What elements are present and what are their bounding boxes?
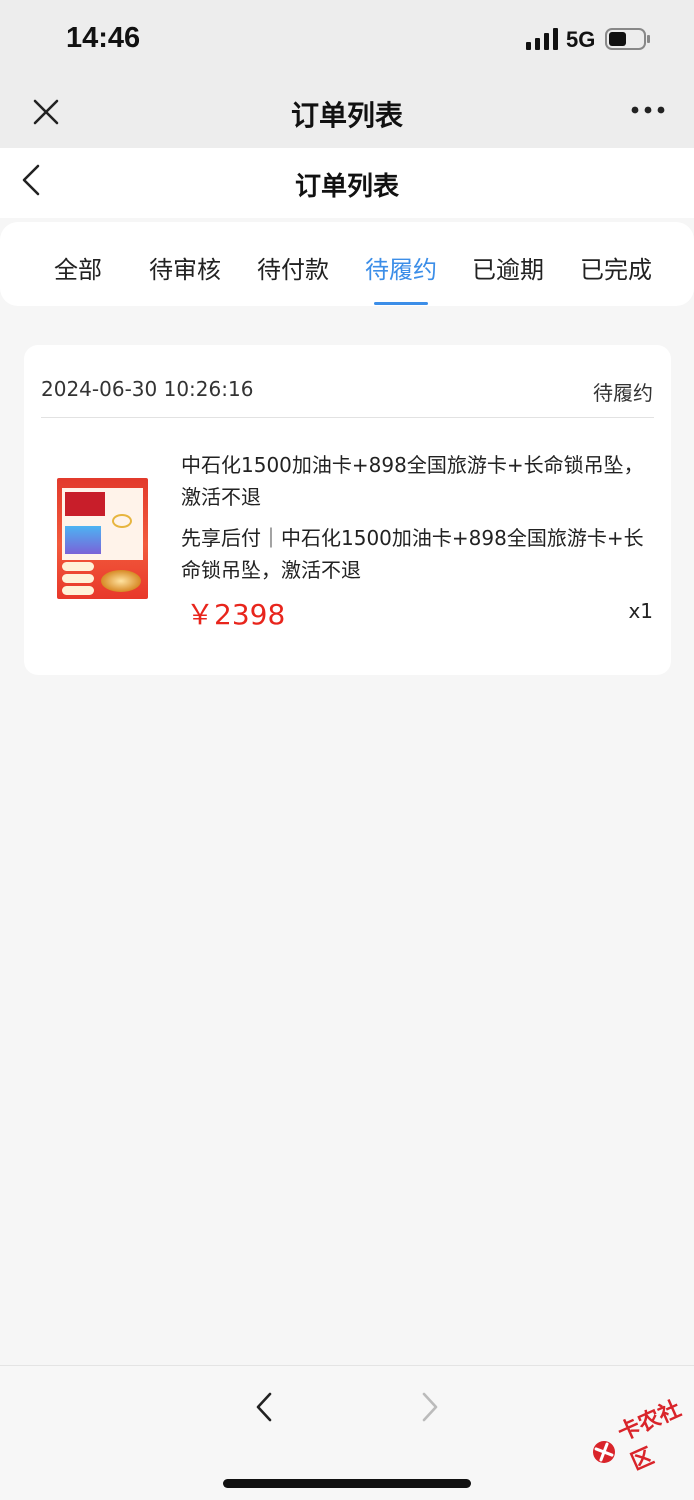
thumbnail-tag bbox=[62, 562, 94, 571]
status-time: 14:46 bbox=[66, 22, 141, 54]
battery-icon bbox=[605, 28, 650, 50]
page-title: 订单列表 bbox=[294, 172, 399, 202]
order-status-tabs: 全部 待审核 待付款 待履约 已逾期 已完成 bbox=[0, 222, 694, 306]
pendant-image bbox=[112, 514, 132, 528]
status-bar: 14:46 5G bbox=[0, 0, 694, 78]
order-status: 待履约 bbox=[593, 381, 653, 405]
order-datetime: 2024-06-30 10:26:16 bbox=[41, 377, 254, 401]
thumbnail-panel bbox=[62, 488, 143, 560]
wechat-nav-bar: 订单列表 bbox=[0, 78, 694, 148]
network-type: 5G bbox=[566, 27, 596, 52]
product-quantity: x1 bbox=[628, 599, 653, 623]
home-indicator[interactable] bbox=[223, 1479, 471, 1488]
gift-box-image bbox=[101, 570, 141, 592]
chevron-right-icon[interactable] bbox=[416, 1390, 442, 1424]
order-card[interactable]: 2024-06-30 10:26:16 待履约 中石化1500加油卡+898全国… bbox=[24, 345, 671, 675]
thumbnail-tag bbox=[62, 586, 94, 595]
chevron-left-icon[interactable] bbox=[252, 1390, 278, 1424]
divider bbox=[41, 417, 654, 418]
product-price: ￥2398 bbox=[186, 598, 286, 631]
tab-pending-review[interactable]: 待审核 bbox=[131, 250, 239, 285]
tab-pending-payment[interactable]: 待付款 bbox=[239, 250, 347, 285]
wechat-title: 订单列表 bbox=[290, 99, 403, 132]
tab-overdue[interactable]: 已逾期 bbox=[454, 250, 562, 285]
tab-pending-fulfillment[interactable]: 待履约 bbox=[347, 250, 455, 285]
active-tab-indicator bbox=[374, 302, 428, 305]
signal-icon bbox=[526, 28, 558, 50]
fuel-card-image bbox=[65, 492, 105, 516]
product-thumbnail[interactable] bbox=[57, 478, 148, 599]
tab-all[interactable]: 全部 bbox=[24, 250, 132, 285]
product-description: 先享后付｜中石化1500加油卡+898全国旅游卡+长命锁吊坠，激活不退 bbox=[181, 526, 644, 582]
product-name[interactable]: 中石化1500加油卡+898全国旅游卡+长命锁吊坠，激活不退 bbox=[181, 449, 651, 513]
travel-card-image bbox=[65, 526, 101, 554]
page-header: 订单列表 bbox=[0, 148, 694, 218]
tab-completed[interactable]: 已完成 bbox=[562, 250, 670, 285]
more-dots-icon[interactable] bbox=[630, 104, 666, 116]
thumbnail-tag bbox=[62, 574, 94, 583]
